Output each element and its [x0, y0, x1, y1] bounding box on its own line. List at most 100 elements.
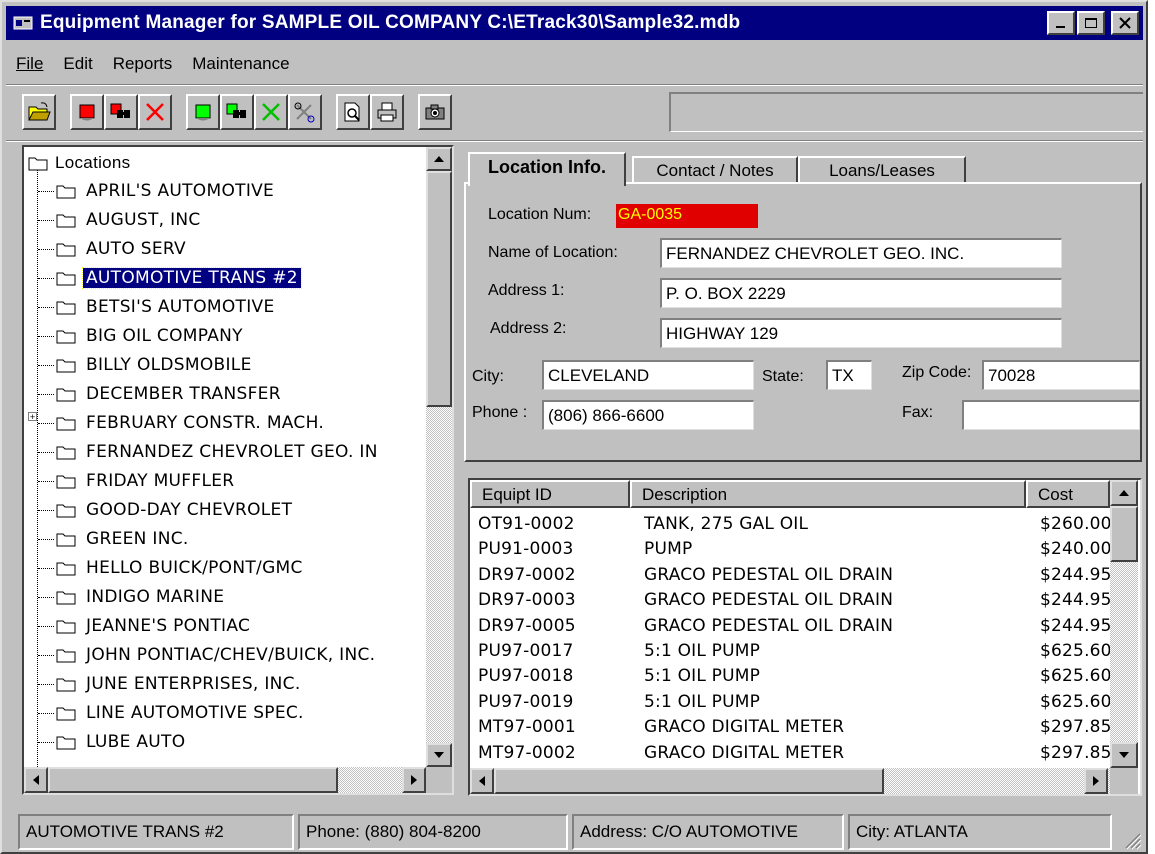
- phone-field[interactable]: (806) 866-6600: [542, 400, 754, 430]
- table-row[interactable]: PU91-0003 PUMP $240.00: [470, 539, 1110, 564]
- tree-item[interactable]: DECEMBER TRANSFER: [38, 380, 284, 408]
- tree-item[interactable]: JOHN PONTIAC/CHEV/BUICK, INC.: [38, 641, 378, 669]
- tree-scroll-down-button[interactable]: [426, 743, 452, 767]
- maximize-button[interactable]: [1077, 11, 1105, 35]
- tree-item[interactable]: AUTO SERV: [38, 235, 189, 263]
- tree-vertical-scrollbar[interactable]: [426, 147, 452, 767]
- find-equipment-button[interactable]: [220, 94, 254, 130]
- state-field[interactable]: TX: [826, 360, 872, 390]
- table-row[interactable]: OT91-0002 TANK, 275 GAL OIL $260.00: [470, 514, 1110, 539]
- tree-item[interactable]: HELLO BUICK/PONT/GMC: [38, 554, 306, 582]
- grid-scroll-right-button[interactable]: [1084, 768, 1108, 794]
- locations-tree[interactable]: Locations APRIL'S AUTOMOTIVE AUGUST, INC A…: [22, 145, 454, 795]
- folder-icon: [56, 214, 76, 228]
- menu-file[interactable]: File: [6, 50, 53, 80]
- minimize-button[interactable]: [1047, 11, 1075, 35]
- equipment-grid[interactable]: Equipt ID Description Cost OT91-0002 TANK…: [468, 478, 1142, 796]
- camera-button[interactable]: [418, 94, 452, 130]
- tree-item[interactable]: JEANNE'S PONTIAC: [38, 612, 253, 640]
- folder-icon: [56, 504, 76, 518]
- table-row[interactable]: PU97-0017 5:1 OIL PUMP $625.60: [470, 641, 1110, 666]
- location-name-field[interactable]: FERNANDEZ CHEVROLET GEO. INC.: [660, 238, 1062, 268]
- menu-reports[interactable]: Reports: [103, 50, 183, 80]
- state-label: State:: [762, 368, 804, 385]
- tree-item[interactable]: BILLY OLDSMOBILE: [38, 351, 255, 379]
- status-phone: Phone: (880) 804-8200: [298, 814, 568, 850]
- column-header-description[interactable]: Description: [630, 480, 1026, 508]
- table-row[interactable]: DR97-0003 GRACO PEDESTAL OIL DRAIN $244.95: [470, 590, 1110, 615]
- tree-hscroll-thumb[interactable]: [48, 767, 338, 793]
- tree-item[interactable]: GREEN INC.: [38, 525, 192, 553]
- table-row[interactable]: PU97-0019 5:1 OIL PUMP $625.60: [470, 692, 1110, 717]
- grid-scroll-thumb[interactable]: [1110, 506, 1138, 562]
- tree-item[interactable]: FERNANDEZ CHEVROLET GEO. IN: [38, 438, 381, 466]
- table-row[interactable]: DR97-0002 GRACO PEDESTAL OIL DRAIN $244.95: [470, 565, 1110, 590]
- app-icon[interactable]: [12, 12, 34, 34]
- grid-vertical-scrollbar[interactable]: [1110, 480, 1138, 768]
- tree-scroll-right-button[interactable]: [402, 767, 426, 793]
- print-button[interactable]: [370, 94, 404, 130]
- delete-location-button[interactable]: [138, 94, 172, 130]
- table-row[interactable]: PU97-0018 5:1 OIL PUMP $625.60: [470, 666, 1110, 691]
- expand-plus-icon[interactable]: +: [28, 412, 37, 421]
- menu-maintenance[interactable]: Maintenance: [182, 50, 299, 80]
- tree-connector: [38, 683, 54, 685]
- grid-horizontal-scrollbar[interactable]: [470, 768, 1110, 794]
- tree-item-label: GREEN INC.: [86, 529, 189, 549]
- table-row[interactable]: MT97-0001 GRACO DIGITAL METER $297.85: [470, 717, 1110, 742]
- tree-item[interactable]: GOOD-DAY CHEVROLET: [38, 496, 295, 524]
- column-header-equipt-id[interactable]: Equipt ID: [470, 480, 630, 508]
- close-button[interactable]: [1111, 11, 1139, 35]
- cell-description: PUMP: [644, 539, 693, 560]
- tree-item[interactable]: JUNE ENTERPRISES, INC.: [38, 670, 304, 698]
- cell-description: 5:1 OIL PUMP: [644, 641, 761, 661]
- find-location-button[interactable]: [104, 94, 138, 130]
- equipment-record-button[interactable]: [186, 94, 220, 130]
- tree-item[interactable]: LUBE AUTO: [38, 728, 188, 756]
- city-field[interactable]: CLEVELAND: [542, 360, 754, 390]
- tree-item[interactable]: APRIL'S AUTOMOTIVE: [38, 177, 277, 205]
- menu-separator: [6, 84, 1143, 86]
- tree-scroll-up-button[interactable]: [426, 147, 452, 171]
- toolbar-separator: [6, 140, 1143, 142]
- tree-root[interactable]: Locations: [28, 149, 130, 177]
- zip-code-field[interactable]: 70028: [982, 360, 1140, 390]
- tree-horizontal-scrollbar[interactable]: [24, 767, 426, 793]
- tree-item-label: INDIGO MARINE: [86, 587, 225, 607]
- tab-location-info[interactable]: Location Info.: [468, 152, 626, 186]
- tools-button[interactable]: [288, 94, 322, 130]
- tree-item[interactable]: FRIDAY MUFFLER: [38, 467, 237, 495]
- fax-field[interactable]: [962, 400, 1140, 430]
- delete-equipment-button[interactable]: [254, 94, 288, 130]
- cell-cost: $625.60: [1040, 641, 1110, 661]
- column-header-cost[interactable]: Cost: [1026, 480, 1110, 508]
- tree-scroll-thumb[interactable]: [426, 171, 452, 407]
- address2-field[interactable]: HIGHWAY 129: [660, 318, 1062, 348]
- tree-scroll-left-button[interactable]: [24, 767, 48, 793]
- menu-edit[interactable]: Edit: [53, 50, 102, 80]
- location-num-field[interactable]: GA-0035: [616, 204, 758, 228]
- cell-equipt-id: PU91-0003: [478, 539, 574, 560]
- tree-item[interactable]: LINE AUTOMOTIVE SPEC.: [38, 699, 307, 727]
- tab-contact-notes[interactable]: Contact / Notes: [632, 156, 798, 184]
- title-bar[interactable]: Equipment Manager for SAMPLE OIL COMPANY…: [6, 6, 1143, 40]
- tree-item[interactable]: AUTOMOTIVE TRANS #2: [38, 264, 302, 292]
- table-row[interactable]: DR97-0005 GRACO PEDESTAL OIL DRAIN $244.95: [470, 616, 1110, 641]
- address1-field[interactable]: P. O. BOX 2229: [660, 278, 1062, 308]
- tree-item[interactable]: AUGUST, INC: [38, 206, 204, 234]
- minimize-icon: [1056, 26, 1065, 28]
- grid-scroll-up-button[interactable]: [1110, 480, 1138, 506]
- open-button[interactable]: [22, 94, 56, 130]
- tab-loans-leases[interactable]: Loans/Leases: [798, 156, 966, 184]
- grid-scroll-left-button[interactable]: [470, 768, 494, 794]
- table-row[interactable]: MT97-0002 GRACO DIGITAL METER $297.85: [470, 743, 1110, 768]
- tree-item[interactable]: BETSI'S AUTOMOTIVE: [38, 293, 278, 321]
- print-preview-button[interactable]: [336, 94, 370, 130]
- location-record-button[interactable]: [70, 94, 104, 130]
- tree-item[interactable]: INDIGO MARINE: [38, 583, 227, 611]
- grid-scroll-down-button[interactable]: [1110, 742, 1138, 768]
- tree-item[interactable]: BIG OIL COMPANY: [38, 322, 246, 350]
- resize-grip-icon[interactable]: [1122, 830, 1142, 850]
- grid-hscroll-thumb[interactable]: [494, 768, 884, 794]
- tree-item[interactable]: FEBRUARY CONSTR. MACH.: [38, 409, 327, 437]
